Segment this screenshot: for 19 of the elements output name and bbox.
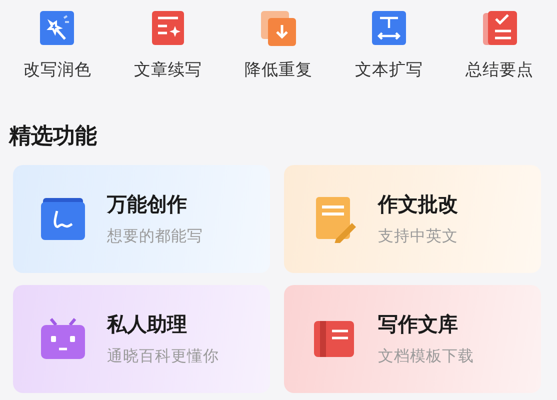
feature-card[interactable]: 写作文库 文档模板下载 [284, 285, 541, 393]
feature-card[interactable]: 私人助理 通晓百科更懂你 [13, 285, 270, 393]
card-title: 作文批改 [378, 191, 458, 218]
handwriting-folder-icon [39, 195, 87, 243]
tool-label[interactable]: 文本扩写 [355, 59, 424, 81]
card-subtitle: 文档模板下载 [378, 346, 474, 367]
card-subtitle: 通晓百科更懂你 [107, 346, 219, 367]
card-title: 写作文库 [378, 311, 459, 338]
card-title: 私人助理 [107, 311, 188, 338]
tool-label[interactable]: 文章续写 [134, 59, 202, 81]
card-subtitle: 想要的都能写 [107, 226, 203, 247]
card-subtitle: 支持中英文 [378, 226, 458, 247]
feature-card[interactable]: 作文批改 支持中英文 [284, 165, 541, 273]
feature-card[interactable]: 万能创作 想要的都能写 [13, 165, 270, 273]
tool-label[interactable]: 降低重复 [244, 59, 312, 81]
tool-label[interactable]: 改写润色 [23, 59, 92, 81]
tool-label[interactable]: 总结要点 [466, 59, 534, 81]
section-title: 精选功能 [9, 123, 98, 151]
card-title: 万能创作 [107, 191, 188, 218]
